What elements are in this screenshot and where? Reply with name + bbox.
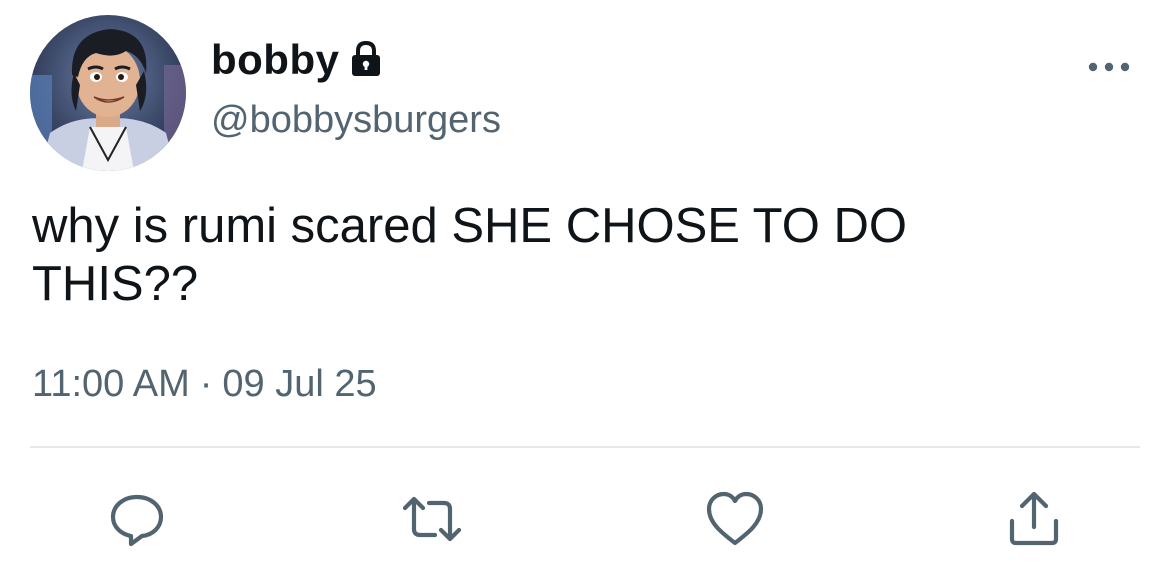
divider bbox=[30, 446, 1140, 448]
speech-bubble-icon bbox=[107, 489, 167, 549]
share-button[interactable] bbox=[1002, 487, 1066, 551]
tweet-timestamp[interactable]: 11:00 AM · 09 Jul 25 bbox=[32, 363, 377, 406]
tweet-time: 11:00 AM bbox=[32, 363, 190, 405]
like-button[interactable] bbox=[703, 487, 767, 551]
retweet-icon bbox=[399, 489, 465, 549]
tweet-text: why is rumi scared SHE CHOSE TO DO THIS?… bbox=[32, 199, 907, 311]
tweet-card: bobby @bobbysburgers why is rumi scared … bbox=[0, 0, 1170, 588]
heart-icon bbox=[704, 489, 766, 549]
tweet-date: 09 Jul 25 bbox=[222, 363, 377, 405]
more-options-icon[interactable] bbox=[1084, 55, 1134, 79]
display-name[interactable]: bobby bbox=[211, 36, 339, 84]
display-name-row: bobby bbox=[211, 34, 385, 86]
timestamp-separator: · bbox=[199, 363, 213, 405]
reply-button[interactable] bbox=[105, 487, 169, 551]
share-upload-icon bbox=[1004, 489, 1064, 549]
retweet-button[interactable] bbox=[400, 487, 464, 551]
avatar[interactable] bbox=[30, 15, 186, 171]
lock-icon bbox=[347, 40, 385, 83]
user-handle[interactable]: @bobbysburgers bbox=[211, 99, 501, 142]
